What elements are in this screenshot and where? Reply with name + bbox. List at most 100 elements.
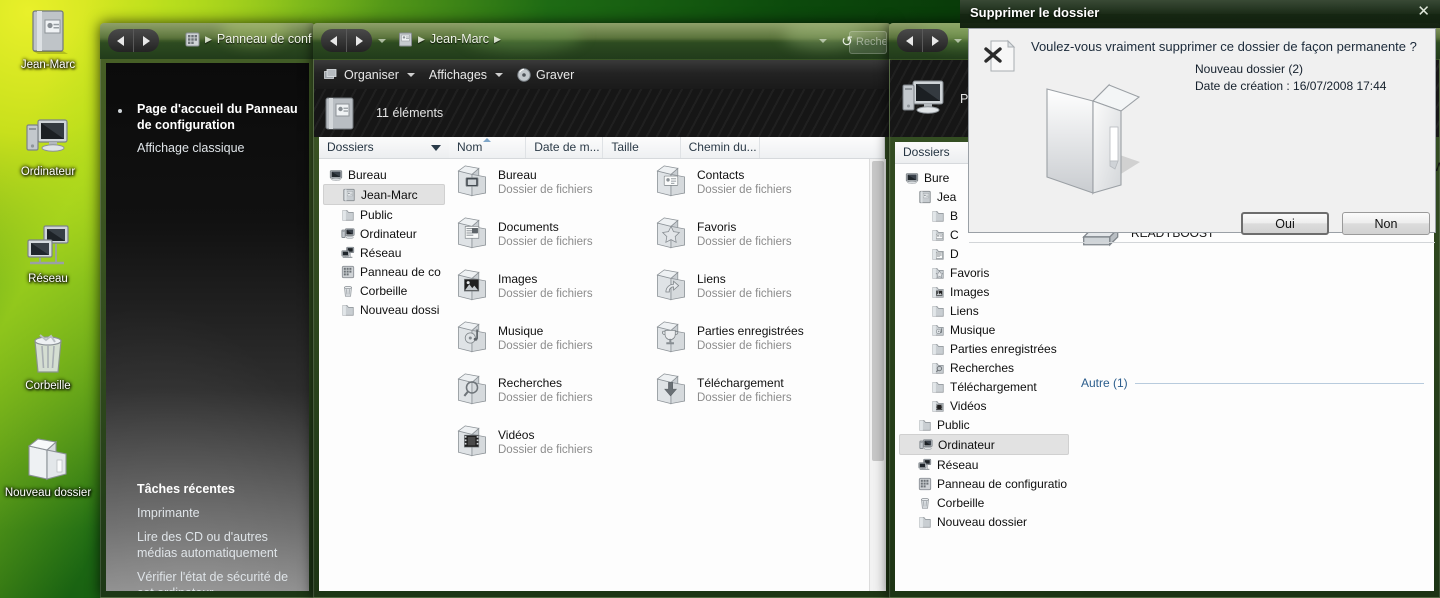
cp-recent-tasks-title: Tâches récentes bbox=[137, 482, 235, 496]
cancel-button[interactable]: Non bbox=[1342, 212, 1430, 235]
explorer-column-headers[interactable]: Nom Date de m... Taille Chemin du... bbox=[449, 137, 885, 159]
file-item-musique[interactable]: Musique Dossier de fichiers bbox=[455, 321, 593, 355]
column-header-date-de-m-[interactable]: Date de m... bbox=[526, 137, 604, 158]
file-item-vid-os[interactable]: Vidéos Dossier de fichiers bbox=[455, 425, 593, 459]
file-item-recherches[interactable]: Recherches Dossier de fichiers bbox=[455, 373, 593, 407]
explorer-tree-pane[interactable]: Bureau Jean-Marc Public Ordinateur Réseau Pan… bbox=[319, 159, 449, 591]
column-header-chemin-du-[interactable]: Chemin du... bbox=[681, 137, 760, 158]
explorer-forward-button[interactable] bbox=[346, 29, 372, 52]
organize-button[interactable]: Organiser bbox=[324, 68, 415, 82]
tree-item-corbeille[interactable]: Corbeille bbox=[899, 493, 1069, 512]
control-panel-window[interactable]: ▶ Panneau de conf Page d'accueil du Pann… bbox=[100, 23, 315, 598]
folder-contacts-icon bbox=[931, 228, 945, 242]
desktop-icon-label: Corbeille bbox=[25, 380, 71, 392]
tree-item-public[interactable]: Public bbox=[323, 205, 445, 224]
tree-item-liens[interactable]: Liens bbox=[899, 301, 1069, 320]
tree-item-corbeille[interactable]: Corbeille bbox=[323, 281, 445, 300]
cp-recent-task-2[interactable]: Vérifier l'état de sécurité de cet ordin… bbox=[137, 569, 305, 591]
tree-item-panneau-de-co[interactable]: Panneau de co bbox=[323, 262, 445, 281]
tree-item-ordinateur[interactable]: Ordinateur bbox=[899, 434, 1069, 455]
cp-recent-task-1[interactable]: Lire des CD ou d'autres médias automatiq… bbox=[137, 529, 305, 561]
explorer-path-dropdown-icon[interactable] bbox=[819, 39, 827, 43]
tree-item-recherches[interactable]: Recherches bbox=[899, 358, 1069, 377]
burn-button[interactable]: Graver bbox=[517, 68, 574, 82]
views-button[interactable]: Affichages bbox=[429, 68, 504, 82]
folder-icon bbox=[931, 342, 945, 356]
desktop-icon-jean-marc[interactable]: Jean-Marc bbox=[0, 8, 96, 72]
delete-file-icon bbox=[983, 37, 1021, 77]
tree-item-parties-enregistr-es[interactable]: Parties enregistrées bbox=[899, 339, 1069, 358]
folder-searches-icon bbox=[931, 361, 945, 375]
tree-item-d[interactable]: D bbox=[899, 244, 1069, 263]
dialog-item-name: Nouveau dossier (2) bbox=[1195, 62, 1304, 76]
tree-item-t-l-chargement[interactable]: Téléchargement bbox=[899, 377, 1069, 396]
file-item-liens[interactable]: Liens Dossier de fichiers bbox=[654, 269, 792, 303]
column-header-label: Chemin du... bbox=[688, 140, 757, 154]
organize-label: Organiser bbox=[344, 67, 399, 82]
explorer-history-dropdown-icon[interactable] bbox=[378, 39, 386, 43]
column-header-taille[interactable]: Taille bbox=[603, 137, 681, 158]
explorer-folders-header-label: Dossiers bbox=[327, 140, 374, 154]
explorer-folders-header[interactable]: Dossiers bbox=[319, 137, 449, 159]
tree-item-images[interactable]: Images bbox=[899, 282, 1069, 301]
tree-item-nouveau-dossi[interactable]: Nouveau dossi bbox=[323, 300, 445, 319]
file-item-contacts[interactable]: Contacts Dossier de fichiers bbox=[654, 165, 792, 199]
desktop-icon-r-seau[interactable]: Réseau bbox=[0, 222, 96, 286]
desktop-icon bbox=[905, 171, 919, 185]
tree-item-musique[interactable]: Musique bbox=[899, 320, 1069, 339]
tree-item-nouveau-dossier[interactable]: Nouveau dossier bbox=[899, 512, 1069, 531]
burn-label: Graver bbox=[536, 67, 575, 82]
file-item-parties-enregistr-es[interactable]: Parties enregistrées Dossier de fichiers bbox=[654, 321, 804, 355]
cp-home-link[interactable]: Page d'accueil du Panneau de configurati… bbox=[137, 101, 299, 133]
file-item-type: Dossier de fichiers bbox=[498, 392, 593, 404]
cp-breadcrumb[interactable]: ▶ Panneau de conf bbox=[205, 32, 311, 46]
cp-classic-view-link[interactable]: Affichage classique bbox=[137, 140, 299, 156]
explorer-search-input[interactable]: Rechercher bbox=[849, 31, 887, 54]
tree-item-bureau[interactable]: Bureau bbox=[323, 165, 445, 184]
folder-icon bbox=[341, 303, 355, 317]
tree-item-panneau-de-configuratio[interactable]: Panneau de configuratio bbox=[899, 474, 1069, 493]
file-item-name: Recherches bbox=[498, 376, 563, 390]
desktop-icon-nouveau-dossier[interactable]: Nouveau dossier bbox=[0, 436, 96, 500]
column-header-nom[interactable]: Nom bbox=[449, 137, 527, 158]
tree-item-ordinateur[interactable]: Ordinateur bbox=[323, 224, 445, 243]
tree-item-vid-os[interactable]: Vidéos bbox=[899, 396, 1069, 415]
cp-recent-task-0[interactable]: Imprimante bbox=[137, 505, 305, 521]
tree-item-favoris[interactable]: Favoris bbox=[899, 263, 1069, 282]
computer-forward-button[interactable] bbox=[922, 29, 948, 52]
tree-item-label: Réseau bbox=[937, 457, 979, 472]
tree-item-label: Nouveau dossi bbox=[360, 302, 440, 317]
folder-favorites-icon bbox=[654, 217, 688, 251]
tree-item-r-seau[interactable]: Réseau bbox=[323, 243, 445, 262]
tree-item-jean-marc[interactable]: Jean-Marc bbox=[323, 184, 445, 205]
file-item-t-l-chargement[interactable]: Téléchargement Dossier de fichiers bbox=[654, 373, 792, 407]
explorer-window[interactable]: ▶ Jean-Marc ▶ ↺ Rechercher Organiser Aff… bbox=[313, 23, 891, 598]
explorer-banner: 11 éléments bbox=[314, 89, 890, 137]
desktop-icon-corbeille[interactable]: Corbeille bbox=[0, 329, 96, 393]
column-header-blank[interactable] bbox=[760, 137, 885, 158]
computer-back-button[interactable] bbox=[897, 29, 922, 52]
explorer-breadcrumb[interactable]: ▶ Jean-Marc ▶ bbox=[418, 32, 501, 46]
explorer-file-list[interactable]: Bureau Dossier de fichiers Contacts Dossier… bbox=[449, 159, 869, 591]
tree-item-public[interactable]: Public bbox=[899, 415, 1069, 434]
user-folder-icon bbox=[342, 188, 356, 202]
computer-icon bbox=[919, 438, 933, 452]
folder-videos-icon bbox=[455, 425, 489, 459]
tree-item-r-seau[interactable]: Réseau bbox=[899, 455, 1069, 474]
explorer-back-button[interactable] bbox=[321, 29, 346, 52]
file-item-name: Documents bbox=[498, 220, 559, 234]
cp-forward-button[interactable] bbox=[133, 29, 159, 52]
confirm-button[interactable]: Oui bbox=[1241, 212, 1329, 235]
file-item-images[interactable]: Images Dossier de fichiers bbox=[455, 269, 593, 303]
file-item-documents[interactable]: Documents Dossier de fichiers bbox=[455, 217, 593, 251]
explorer-vertical-scrollbar[interactable] bbox=[869, 159, 886, 591]
file-item-type: Dossier de fichiers bbox=[697, 236, 792, 248]
close-icon[interactable]: ✕ bbox=[1417, 4, 1430, 20]
burn-icon bbox=[517, 67, 531, 82]
delete-folder-dialog[interactable]: Supprimer le dossier ✕ Voulez-vous vraim… bbox=[960, 0, 1440, 243]
file-item-name: Favoris bbox=[697, 220, 737, 234]
file-item-favoris[interactable]: Favoris Dossier de fichiers bbox=[654, 217, 792, 251]
cp-back-button[interactable] bbox=[108, 29, 133, 52]
file-item-bureau[interactable]: Bureau Dossier de fichiers bbox=[455, 165, 593, 199]
desktop-icon-ordinateur[interactable]: Ordinateur bbox=[0, 115, 96, 179]
